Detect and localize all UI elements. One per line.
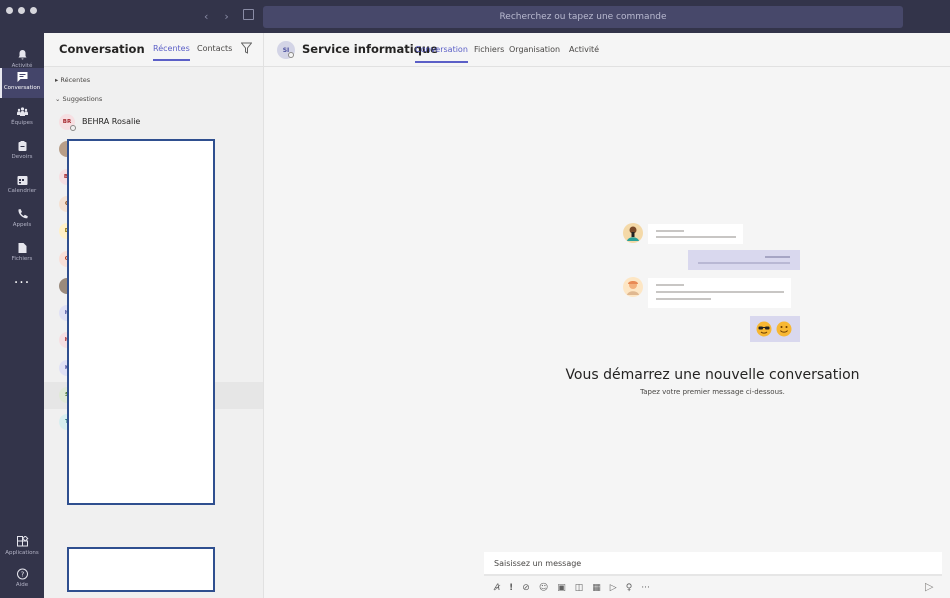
composer-toolbar: A̷ ! ⊘ ☺ ▣ ◫ ▦ ▷ ♀ ···	[494, 583, 650, 593]
contact-name: BEHRA Rosalie	[82, 117, 141, 126]
title-bar: ‹ › Recherchez ou tapez une commande	[0, 0, 950, 33]
tab-conversation[interactable]: Conversation	[415, 45, 468, 63]
smile-emoji-icon	[776, 321, 792, 337]
stream-icon[interactable]: ▷	[610, 583, 617, 593]
new-chat-icon[interactable]	[243, 9, 254, 20]
help-icon: ?	[16, 568, 28, 580]
tab-recent[interactable]: Récentes	[153, 44, 190, 61]
rail-item-assignments[interactable]: Devoirs	[0, 137, 44, 167]
section-suggestions-label: Suggestions	[62, 95, 103, 103]
calendar-icon	[17, 176, 27, 185]
message-bubble	[648, 278, 791, 308]
rail-item-calendar[interactable]: Calendrier	[0, 171, 44, 201]
file-icon	[18, 243, 26, 253]
search-input[interactable]: Recherchez ou tapez une commande	[263, 6, 903, 28]
filter-icon[interactable]	[241, 42, 252, 54]
more-icon: ···	[13, 275, 31, 291]
rail-item-calls[interactable]: Appels	[0, 205, 44, 235]
tab-organisation[interactable]: Organisation	[509, 45, 560, 54]
tab-files[interactable]: Fichiers	[474, 45, 504, 54]
chat-list-title: Conversation	[59, 42, 145, 56]
message-input-placeholder: Saisissez un message	[494, 559, 582, 568]
forward-arrow-icon[interactable]: ›	[224, 10, 228, 23]
phone-icon	[17, 209, 28, 219]
zoom-window-button[interactable]	[30, 7, 37, 14]
empty-state-subtitle: Tapez votre premier message ci-dessous.	[640, 388, 785, 396]
rail-item-label: Calendrier	[7, 188, 37, 194]
emoji-icon[interactable]: ☺	[539, 583, 548, 593]
attach-icon[interactable]: ⊘	[522, 583, 530, 593]
important-icon[interactable]: !	[509, 583, 513, 593]
sunglasses-emoji-icon	[756, 321, 772, 337]
sticker-icon[interactable]: ◫	[575, 583, 584, 593]
section-recent-label: Récentes	[60, 76, 91, 84]
contact-row[interactable]: BR BEHRA Rosalie	[44, 109, 263, 136]
rail-item-label: Appels	[12, 222, 32, 228]
section-suggestions[interactable]: ⌄ Suggestions	[55, 95, 102, 103]
rail-item-label: Devoirs	[11, 154, 33, 160]
rail-item-files[interactable]: Fichiers	[0, 239, 44, 269]
rail-item-label: Applications	[5, 550, 39, 556]
format-icon[interactable]: A̷	[494, 583, 500, 593]
minimize-window-button[interactable]	[18, 7, 25, 14]
presence-indicator	[70, 125, 76, 131]
chat-icon	[17, 72, 27, 82]
reply-bubble	[688, 250, 800, 270]
teams-icon	[16, 107, 28, 116]
section-recent[interactable]: ▸ Récentes	[55, 76, 90, 84]
channel-header: SI Service informatique Conversation Fic…	[264, 33, 950, 67]
empty-state-title: Vous démarrez une nouvelle conversation	[565, 367, 860, 383]
tab-activity[interactable]: Activité	[569, 45, 599, 54]
more-options-icon[interactable]: ···	[641, 583, 650, 593]
rail-item-label: Aide	[15, 582, 29, 588]
rail-item-chat[interactable]: Conversation	[0, 68, 44, 98]
redacted-area	[67, 139, 215, 505]
person-avatar-icon	[623, 223, 643, 243]
assignments-icon	[18, 141, 26, 151]
apps-icon	[16, 536, 28, 547]
bell-icon	[18, 50, 26, 60]
rail-item-label: Fichiers	[11, 256, 33, 262]
message-input[interactable]: Saisissez un message	[484, 552, 942, 576]
send-button[interactable]: ▷	[925, 580, 933, 593]
praise-icon[interactable]: ♀	[626, 583, 633, 593]
chat-list-header: Conversation Récentes Contacts	[44, 33, 263, 67]
emoji-bubble	[750, 316, 800, 342]
redacted-area	[67, 547, 215, 592]
close-window-button[interactable]	[6, 7, 13, 14]
more-apps-button[interactable]: ···	[0, 273, 44, 303]
person-avatar-icon	[623, 277, 643, 297]
rail-item-help[interactable]: ? Aide	[0, 565, 44, 595]
message-bubble	[648, 224, 743, 244]
conversation-illustration	[620, 222, 810, 347]
presence-indicator	[288, 52, 294, 58]
rail-item-teams[interactable]: Équipes	[0, 103, 44, 133]
app-rail: Activité Conversation Équipes Devoirs Ca…	[0, 33, 44, 598]
back-arrow-icon[interactable]: ‹	[204, 10, 208, 23]
gif-icon[interactable]: ▣	[557, 583, 566, 593]
history-navigation: ‹ ›	[204, 10, 229, 23]
tab-contacts[interactable]: Contacts	[197, 44, 232, 53]
window-controls[interactable]	[6, 7, 37, 14]
rail-item-applications[interactable]: Applications	[0, 533, 44, 563]
svg-text:?: ?	[20, 571, 24, 579]
rail-item-label: Conversation	[3, 85, 41, 91]
rail-item-label: Équipes	[11, 120, 33, 126]
schedule-meeting-icon[interactable]: ▦	[592, 583, 601, 593]
